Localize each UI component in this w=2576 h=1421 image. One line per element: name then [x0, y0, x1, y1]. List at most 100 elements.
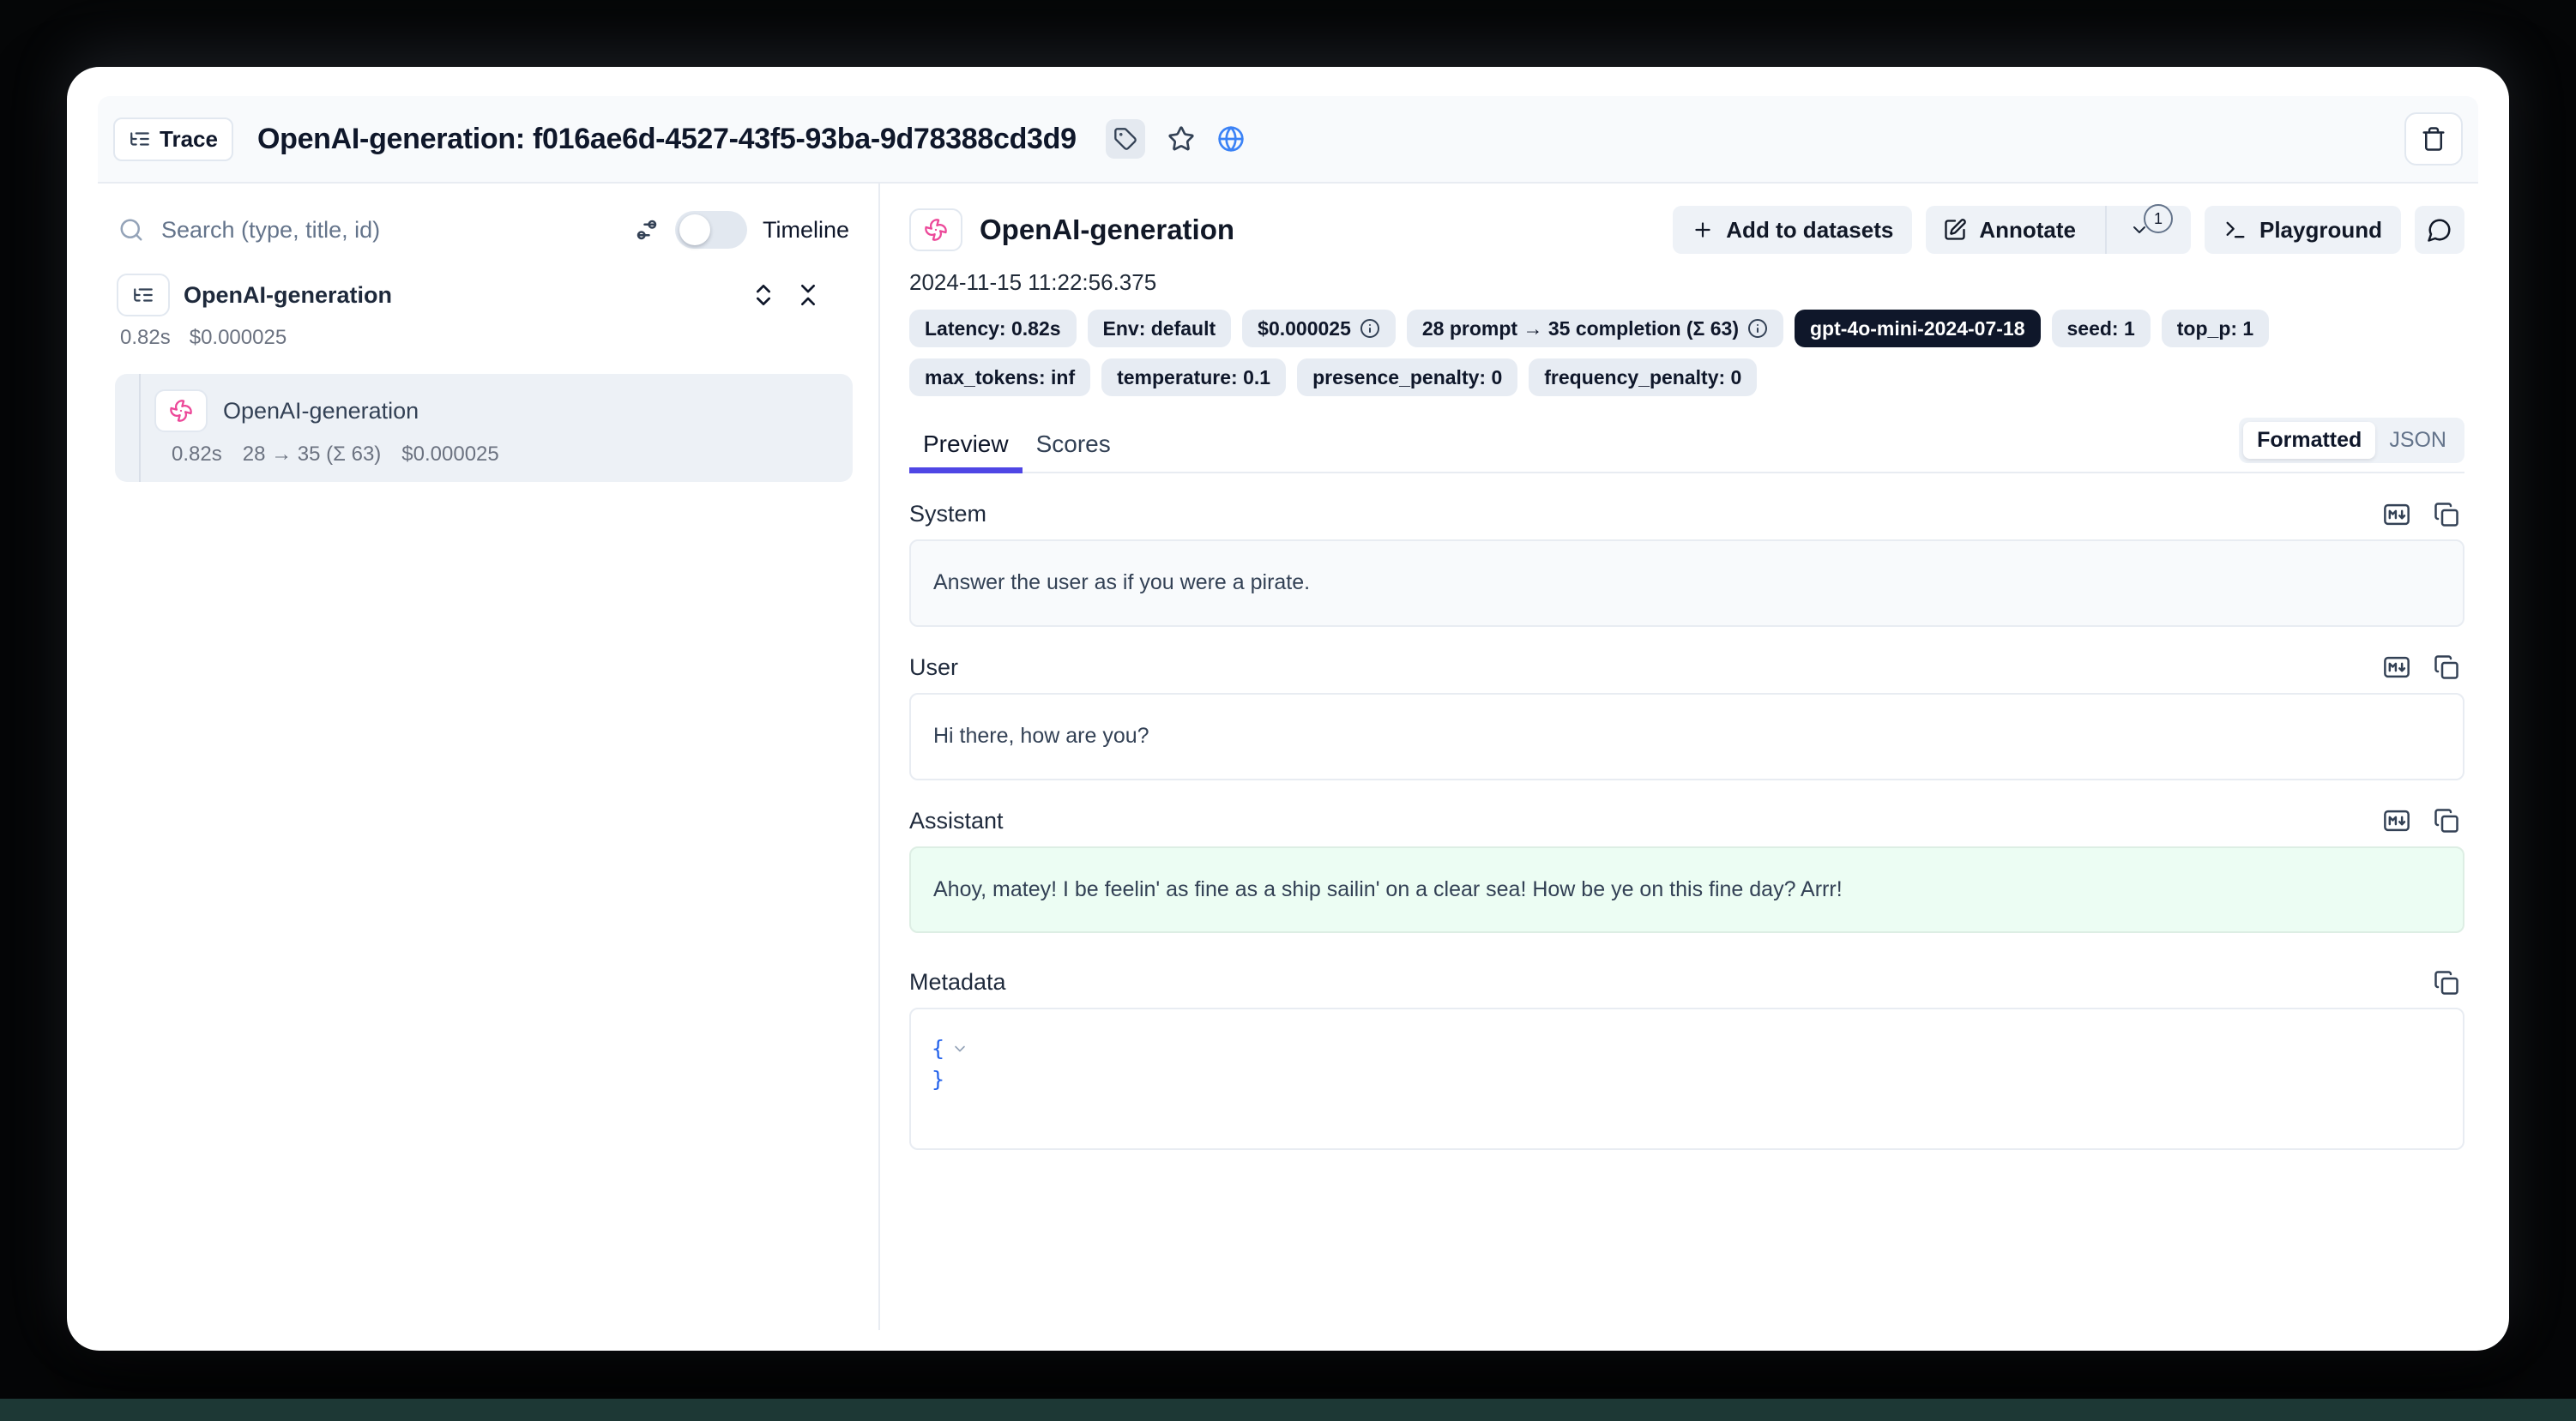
- edit-icon: [1943, 218, 1967, 242]
- generation-detail-panel: OpenAI-generation Add to datasets: [880, 184, 2478, 1330]
- tag-button[interactable]: [1106, 119, 1145, 159]
- playground-button[interactable]: Playground: [2205, 206, 2401, 254]
- copy-button[interactable]: [2434, 970, 2459, 996]
- trace-type-label: Trace: [160, 126, 218, 153]
- metadata-section: Metadata: [909, 969, 2464, 1150]
- json-collapse-toggle[interactable]: [951, 1040, 968, 1057]
- trash-icon: [2421, 126, 2446, 152]
- tab-preview[interactable]: Preview: [909, 420, 1023, 472]
- temperature-badge: temperature: 0.1: [1101, 358, 1286, 396]
- trace-node-badge: [117, 274, 170, 316]
- metadata-open-brace: {: [932, 1033, 944, 1064]
- view-settings-button[interactable]: [634, 217, 660, 243]
- publish-button[interactable]: [1217, 125, 1245, 153]
- badge-row-1: Latency: 0.82s Env: default $0.000025 28…: [909, 310, 2464, 347]
- generation-badge: [909, 208, 962, 251]
- tree-indent-guide: [139, 374, 141, 482]
- star-button[interactable]: [1167, 125, 1195, 153]
- frequency-penalty-badge: frequency_penalty: 0: [1529, 358, 1757, 396]
- assistant-message-content: Ahoy, matey! I be feelin' as fine as a s…: [909, 846, 2464, 934]
- message-section-user: User: [909, 654, 2464, 780]
- generation-timestamp: 2024-11-15 11:22:56.375: [909, 269, 2464, 296]
- copy-button[interactable]: [2434, 654, 2459, 680]
- trace-title: OpenAI-generation: f016ae6d-4527-43f5-93…: [257, 123, 1077, 156]
- annotate-count-badge: 1: [2144, 204, 2173, 233]
- token-usage-badge[interactable]: 28 prompt → 35 completion (Σ 63): [1407, 310, 1783, 347]
- comment-bubble-icon: [2427, 217, 2452, 243]
- copy-button[interactable]: [2434, 808, 2459, 834]
- trace-header-bar: Trace OpenAI-generation: f016ae6d-4527-4…: [98, 96, 2478, 184]
- terminal-icon: [2223, 218, 2247, 242]
- message-section-assistant: Assistant: [909, 808, 2464, 934]
- generation-fan-icon: [169, 399, 193, 423]
- markdown-icon: [2382, 502, 2411, 527]
- delete-trace-button[interactable]: [2404, 112, 2463, 166]
- copy-icon: [2434, 808, 2459, 834]
- add-to-datasets-button[interactable]: Add to datasets: [1673, 206, 1912, 254]
- annotate-dropdown-button[interactable]: 1: [2119, 206, 2191, 254]
- system-message-content: Answer the user as if you were a pirate.: [909, 539, 2464, 627]
- section-title: User: [909, 654, 958, 681]
- model-badge[interactable]: gpt-4o-mini-2024-07-18: [1795, 310, 2041, 347]
- tree-root-label: OpenAI-generation: [184, 282, 392, 309]
- info-icon: [1360, 318, 1380, 339]
- top-p-badge: top_p: 1: [2162, 310, 2269, 347]
- search-icon: [118, 217, 144, 243]
- markdown-toggle-button[interactable]: [2382, 808, 2411, 834]
- timeline-toggle-label: Timeline: [763, 217, 849, 244]
- format-json-option[interactable]: JSON: [2375, 422, 2460, 459]
- tag-icon: [1113, 127, 1137, 151]
- active-tab-underline: [909, 467, 1023, 473]
- cost-badge[interactable]: $0.000025: [1242, 310, 1396, 347]
- copy-icon: [2434, 502, 2459, 527]
- comments-button[interactable]: [2415, 206, 2464, 254]
- section-title: Metadata: [909, 969, 1006, 996]
- tree-child-label: OpenAI-generation: [223, 398, 419, 424]
- tree-item-generation[interactable]: OpenAI-generation 0.82s 28 → 35 (Σ 63) $…: [115, 374, 853, 482]
- markdown-icon: [2382, 808, 2411, 834]
- child-cost: $0.000025: [401, 443, 498, 467]
- tab-scores[interactable]: Scores: [1023, 420, 1125, 472]
- badge-row-2: max_tokens: inf temperature: 0.1 presenc…: [909, 358, 2464, 396]
- plus-icon: [1692, 219, 1714, 241]
- expand-all-button[interactable]: [750, 281, 777, 309]
- markdown-toggle-button[interactable]: [2382, 502, 2411, 527]
- presence-penalty-badge: presence_penalty: 0: [1297, 358, 1517, 396]
- generation-title: OpenAI-generation: [980, 214, 1234, 246]
- root-cost: $0.000025: [190, 326, 287, 350]
- copy-icon: [2434, 654, 2459, 680]
- info-icon: [1747, 318, 1768, 339]
- tree-item-trace-root[interactable]: OpenAI-generation: [112, 273, 853, 317]
- child-tokens: 28 → 35 (Σ 63): [243, 443, 382, 467]
- background-strip: [0, 1399, 2576, 1421]
- trace-type-badge: Trace: [113, 117, 233, 161]
- root-latency: 0.82s: [120, 326, 171, 350]
- timeline-toggle[interactable]: [675, 211, 747, 249]
- metadata-close-brace: }: [932, 1064, 944, 1095]
- detail-tabs: Preview Scores Formatted JSON: [909, 418, 2464, 473]
- list-tree-icon: [129, 128, 151, 150]
- env-badge: Env: default: [1088, 310, 1232, 347]
- seed-badge: seed: 1: [2052, 310, 2151, 347]
- globe-icon: [1217, 125, 1245, 153]
- chevrons-down-up-icon: [794, 281, 822, 309]
- copy-button[interactable]: [2434, 502, 2459, 527]
- generation-node-badge: [154, 389, 208, 432]
- latency-badge: Latency: 0.82s: [909, 310, 1077, 347]
- search-input[interactable]: [160, 216, 618, 244]
- annotate-split-button: Annotate 1: [1926, 206, 2191, 254]
- section-title: System: [909, 501, 986, 527]
- star-icon: [1167, 125, 1195, 153]
- copy-icon: [2434, 970, 2459, 996]
- generation-fan-icon: [924, 218, 948, 242]
- trace-tree-sidebar: Timeline OpenAI-generation: [98, 184, 880, 1330]
- chevrons-up-down-icon: [750, 281, 777, 309]
- user-message-content: Hi there, how are you?: [909, 693, 2464, 780]
- markdown-toggle-button[interactable]: [2382, 654, 2411, 680]
- list-tree-icon: [132, 284, 154, 306]
- child-latency: 0.82s: [172, 443, 222, 467]
- format-formatted-option[interactable]: Formatted: [2243, 422, 2375, 459]
- section-title: Assistant: [909, 808, 1004, 834]
- collapse-all-button[interactable]: [794, 281, 822, 309]
- annotate-button[interactable]: Annotate: [1926, 206, 2093, 254]
